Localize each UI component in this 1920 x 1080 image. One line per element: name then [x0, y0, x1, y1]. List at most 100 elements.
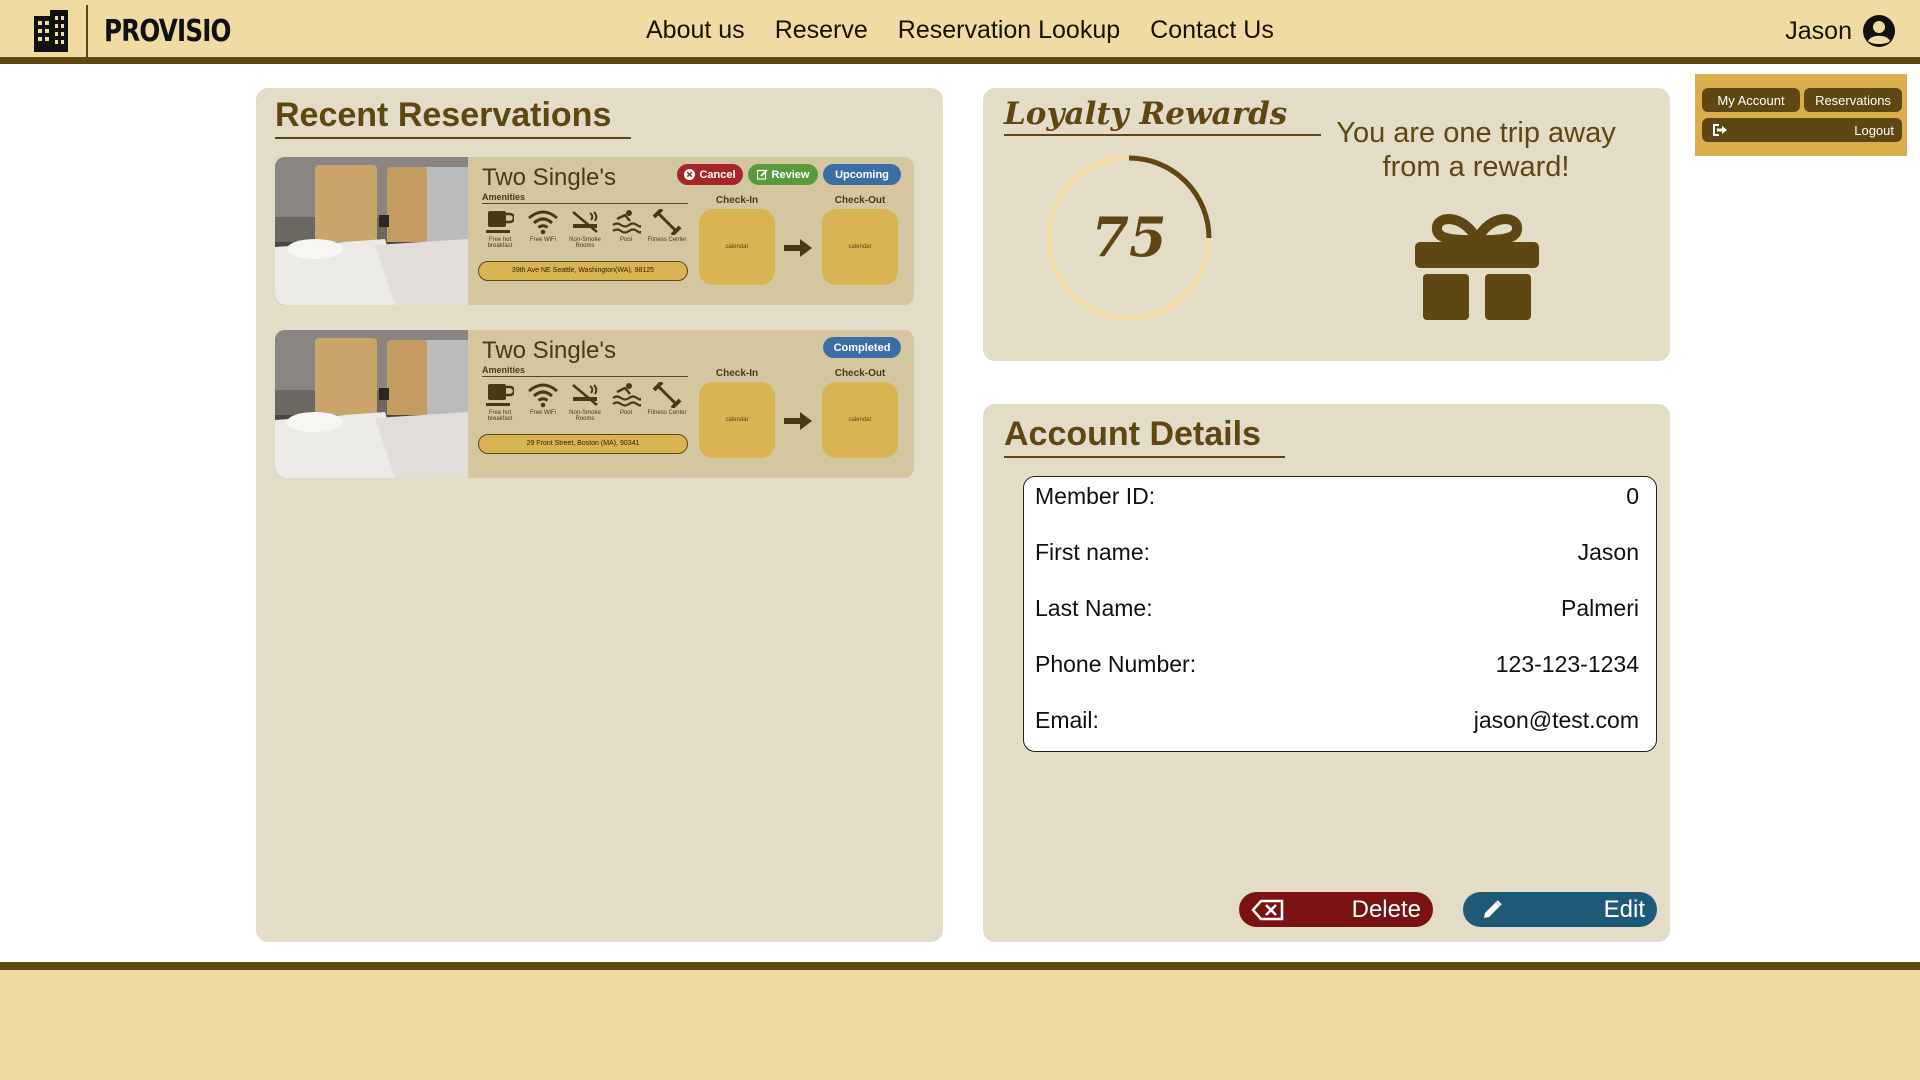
- swimming-icon: [612, 210, 641, 234]
- edit-label: Edit: [1603, 895, 1645, 923]
- swimming-icon: [612, 383, 641, 407]
- delete-label: Delete: [1351, 895, 1421, 923]
- edit-account-button[interactable]: Edit: [1463, 892, 1657, 927]
- amenity-label: Non-Smoke Rooms: [569, 237, 601, 249]
- loyalty-title: Loyalty Rewards: [1004, 96, 1322, 136]
- amenity-wifi: Free WiFi: [523, 209, 563, 243]
- amenity-label: Fitness Center: [647, 237, 687, 243]
- reward-message: You are one trip away from a reward!: [1336, 117, 1616, 183]
- room-photo: [275, 157, 468, 305]
- detail-value: 0: [1626, 483, 1639, 509]
- no-smoking-icon: [572, 211, 598, 233]
- detail-row-member-id: Member ID: 0: [1035, 483, 1639, 539]
- review-label: Review: [771, 168, 810, 181]
- checkin-date-picker[interactable]: calendar: [699, 209, 775, 285]
- hotel-address: 39th Ave NE Seattle, Washington(WA), 981…: [478, 261, 688, 281]
- detail-label: Email:: [1035, 707, 1099, 733]
- logo-divider: [86, 5, 88, 57]
- wifi-icon: [528, 210, 558, 235]
- checkin-date-picker[interactable]: calendar: [699, 382, 775, 458]
- amenity-fitness: Fitness Center: [647, 382, 687, 416]
- loyalty-rewards-panel: Loyalty Rewards 75 You are one trip away…: [983, 88, 1670, 361]
- arrow-right-icon: [784, 239, 812, 257]
- delete-account-button[interactable]: Delete: [1239, 892, 1433, 927]
- pencil-icon: [1484, 899, 1502, 918]
- checkout-date-picker[interactable]: calendar: [822, 209, 898, 285]
- detail-label: First name:: [1035, 539, 1151, 565]
- amenity-label: Pool: [619, 410, 632, 416]
- nav-reserve[interactable]: Reserve: [775, 16, 868, 45]
- cancel-button[interactable]: Cancel: [677, 164, 743, 185]
- loyalty-progress-ring: 75: [1046, 155, 1212, 321]
- my-account-button[interactable]: My Account: [1702, 88, 1800, 112]
- top-header: PROVISIO About us Reserve Reservation Lo…: [0, 0, 1920, 64]
- cancel-label: Cancel: [699, 168, 736, 181]
- wifi-icon: [528, 383, 558, 408]
- detail-value: Jason: [1577, 539, 1639, 565]
- amenity-breakfast: Free hot breakfast: [480, 382, 520, 422]
- brand-name: PROVISIO: [104, 13, 231, 49]
- amenity-wifi: Free WiFi: [523, 382, 563, 416]
- status-badge: Upcoming: [823, 164, 901, 185]
- amenity-pool: Pool: [606, 382, 646, 416]
- account-dropdown: My Account Reservations Logout: [1695, 74, 1907, 156]
- room-name: Two Single's: [482, 164, 616, 191]
- amenities-label: Amenities: [482, 365, 688, 377]
- status-badge: Completed: [823, 337, 901, 358]
- review-button[interactable]: Review: [748, 164, 818, 185]
- room-name: Two Single's: [482, 337, 616, 364]
- checkout-label: Check-Out: [834, 195, 886, 206]
- detail-row-email: Email: jason@test.com: [1035, 707, 1639, 763]
- amenity-label: Free WiFi: [530, 410, 556, 416]
- dumbbell-icon: [652, 209, 682, 235]
- detail-label: Phone Number:: [1035, 651, 1197, 677]
- reservations-button[interactable]: Reservations: [1804, 88, 1902, 112]
- reservation-card: Two Single's Completed Amenities Free ho…: [275, 330, 914, 478]
- account-details-title: Account Details: [1004, 415, 1285, 458]
- user-name: Jason: [1785, 16, 1852, 45]
- detail-row-phone: Phone Number: 123-123-1234: [1035, 651, 1639, 707]
- room-photo: [275, 330, 468, 478]
- backspace-icon: [1251, 899, 1284, 920]
- logout-button[interactable]: Logout: [1702, 118, 1902, 142]
- nav-about-us[interactable]: About us: [646, 16, 745, 45]
- checkin-label: Check-In: [715, 368, 759, 379]
- amenity-fitness: Fitness Center: [647, 209, 687, 243]
- user-menu-toggle[interactable]: Jason: [1785, 14, 1896, 48]
- nav-contact-us[interactable]: Contact Us: [1150, 16, 1274, 45]
- detail-row-last-name: Last Name: Palmeri: [1035, 595, 1639, 651]
- detail-label: Member ID:: [1035, 483, 1156, 509]
- amenity-label: Free hot breakfast: [487, 410, 513, 422]
- amenity-pool: Pool: [606, 209, 646, 243]
- coffee-cup-icon: [486, 384, 514, 406]
- account-details-box: Member ID: 0 First name: Jason Last Name…: [1023, 476, 1657, 752]
- checkout-date-picker[interactable]: calendar: [822, 382, 898, 458]
- nav-reservation-lookup[interactable]: Reservation Lookup: [898, 16, 1120, 45]
- no-smoking-icon: [572, 384, 598, 406]
- detail-label: Last Name:: [1035, 595, 1153, 621]
- amenity-label: Non-Smoke Rooms: [569, 410, 601, 422]
- brand-logo[interactable]: PROVISIO: [32, 5, 258, 57]
- amenity-label: Fitness Center: [647, 410, 687, 416]
- arrow-right-icon: [784, 412, 812, 430]
- hotel-address: 29 Front Street, Boston (MA), 90341: [478, 434, 688, 454]
- cancel-circle-icon: [684, 169, 696, 180]
- building-icon: [34, 10, 68, 52]
- amenities-label: Amenities: [482, 192, 688, 204]
- recent-reservations-title: Recent Reservations: [275, 96, 632, 139]
- checkin-label: Check-In: [715, 195, 759, 206]
- recent-reservations-panel: Recent Reservations Two Single's Cancel …: [256, 88, 943, 942]
- detail-row-first-name: First name: Jason: [1035, 539, 1639, 595]
- amenity-label: Free hot breakfast: [487, 237, 513, 249]
- detail-value: 123-123-1234: [1495, 651, 1639, 677]
- logout-label: Logout: [1854, 122, 1894, 138]
- detail-value: Palmeri: [1561, 595, 1639, 621]
- logout-icon: [1713, 124, 1727, 136]
- checkout-label: Check-Out: [834, 368, 886, 379]
- loyalty-points: 75: [1091, 205, 1166, 269]
- main-nav: About us Reserve Reservation Lookup Cont…: [646, 16, 1274, 45]
- edit-square-icon: [756, 169, 768, 180]
- dumbbell-icon: [652, 382, 682, 408]
- amenity-non-smoking: Non-Smoke Rooms: [565, 382, 605, 422]
- account-details-panel: Account Details Member ID: 0 First name:…: [983, 404, 1670, 942]
